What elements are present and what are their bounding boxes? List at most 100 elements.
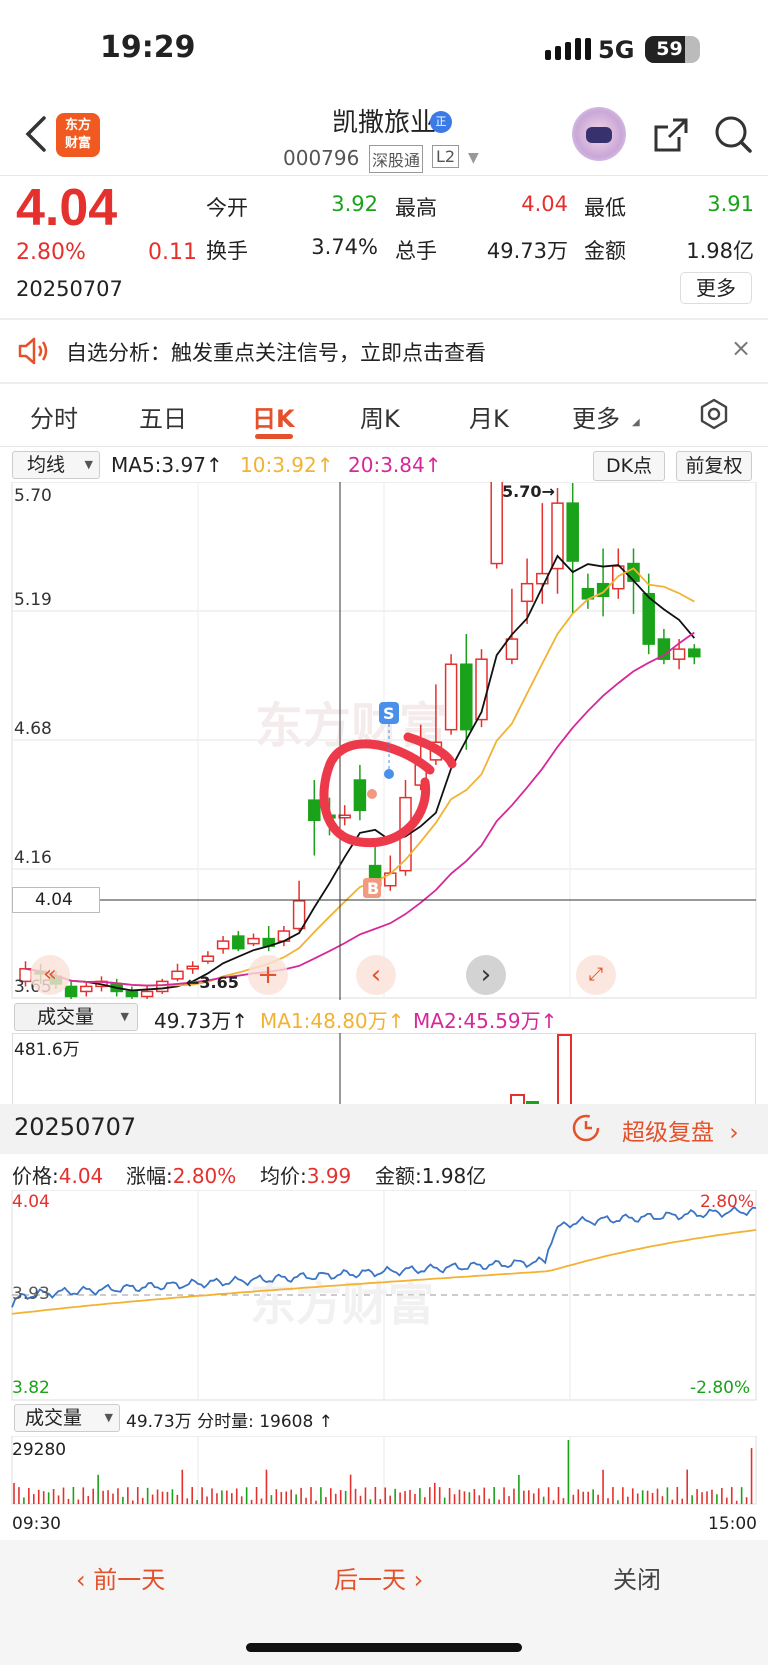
assistant-avatar-icon[interactable]: [572, 107, 626, 161]
ma20-label: 20:3.84↑: [348, 453, 442, 477]
chevron-left-icon[interactable]: ‹: [356, 955, 396, 995]
ma10-label: 10:3.92↑: [240, 453, 334, 477]
high-value: 4.04: [521, 192, 568, 216]
pct-label: 涨幅:: [126, 1164, 173, 1188]
sell-marker: S: [383, 704, 395, 723]
candle: [171, 970, 184, 980]
share-icon[interactable]: [651, 115, 691, 155]
volume-selector-label: 成交量: [37, 1006, 95, 1028]
volume-bar: [557, 1034, 572, 1105]
pct-value: 2.80%: [172, 1164, 237, 1188]
stock-code: 000796: [283, 146, 360, 170]
intraday-volume-selector[interactable]: 成交量 ▼: [14, 1404, 120, 1432]
close-icon[interactable]: ×: [731, 334, 751, 362]
network-type: 5G: [598, 36, 635, 64]
candle: [505, 638, 519, 660]
intraday-chart[interactable]: 东方财富: [0, 1190, 768, 1402]
rewind-icon[interactable]: «: [30, 955, 70, 995]
kline-chart[interactable]: 东方财富 B S 5.70→ ←3.65: [0, 482, 768, 1000]
candle: [551, 502, 564, 570]
chevron-down-icon[interactable]: ▼: [468, 150, 479, 166]
crosshair-price-label: 4.04: [12, 887, 100, 913]
volume-value: 49.73万↑: [154, 1009, 249, 1033]
time-start: 09:30: [12, 1514, 61, 1534]
next-day-label: 后一天: [334, 1566, 406, 1594]
price-value: 4.04: [58, 1164, 104, 1188]
intraday-volume-chart: [11, 1436, 757, 1505]
next-day-button[interactable]: 后一天 ›: [334, 1560, 423, 1595]
volume-ma2: MA2:45.59万↑: [413, 1009, 558, 1033]
candle: [338, 814, 351, 819]
tab-daily-k[interactable]: 日K: [252, 399, 295, 434]
candle: [201, 955, 215, 962]
adjust-button[interactable]: 前复权: [676, 451, 752, 481]
tab-active-indicator: [255, 434, 293, 439]
chevron-right-icon[interactable]: ›: [466, 955, 506, 995]
tab-intraday[interactable]: 分时: [30, 399, 78, 434]
close-button[interactable]: 关闭: [613, 1560, 661, 1595]
candle: [566, 502, 579, 562]
replay-clock-icon[interactable]: [571, 1113, 601, 1143]
gear-icon[interactable]: [697, 397, 731, 431]
candle: [490, 482, 503, 565]
tab-monthly-k[interactable]: 月K: [469, 399, 509, 434]
candle: [353, 779, 367, 811]
status-time: 19:29: [100, 30, 196, 65]
buy-marker: B: [367, 879, 379, 898]
quote-date: 20250707: [16, 277, 123, 301]
intraday-volume-info: 49.73万 分时量: 19608 ↑: [126, 1412, 333, 1432]
candle: [140, 990, 154, 998]
super-replay-link[interactable]: 超级复盘 ›: [622, 1113, 739, 1147]
volume-value: 49.73万: [486, 239, 568, 263]
high-marker: 5.70→: [502, 482, 555, 501]
volume-selector[interactable]: 成交量 ▼: [14, 1003, 138, 1031]
speaker-icon: [18, 337, 48, 365]
tab-more[interactable]: 更多: [572, 399, 620, 434]
battery-icon: 59: [645, 36, 700, 63]
change-amount: 0.11: [148, 240, 197, 265]
chevron-left-icon: ‹: [76, 1566, 86, 1594]
intraday-volume-selector-label: 成交量: [25, 1407, 83, 1429]
intraday-date: 20250707: [14, 1113, 137, 1141]
candle: [444, 663, 458, 731]
low-marker: ←3.65: [186, 973, 239, 992]
dk-point-button[interactable]: DK点: [593, 451, 665, 481]
ma5-label: MA5:3.97↑: [111, 453, 223, 477]
volume-label: 总手: [395, 239, 437, 263]
signal-icon: [545, 38, 591, 60]
chevron-right-icon: ›: [413, 1566, 424, 1594]
candle: [125, 990, 139, 998]
tab-weekly-k[interactable]: 周K: [360, 399, 400, 434]
battery-level: 59: [656, 38, 683, 60]
avg-label: 均价:: [260, 1164, 307, 1188]
last-price: 4.04: [16, 179, 118, 237]
y-tick: 4.16: [14, 848, 52, 868]
fullscreen-icon[interactable]: ⤢: [576, 955, 616, 995]
amount-value: 1.98亿: [421, 1164, 487, 1188]
search-icon[interactable]: [713, 114, 753, 154]
candle: [186, 965, 199, 970]
plus-icon[interactable]: +: [248, 955, 288, 995]
home-indicator: [246, 1643, 522, 1652]
intraday-volume-max: 29280: [12, 1440, 67, 1460]
turnover-label: 换手: [206, 239, 248, 263]
intraday-pct-top: 2.80%: [700, 1192, 755, 1212]
ma-selector[interactable]: 均线 ▼: [12, 451, 100, 479]
intraday-y-mid: 3.93: [12, 1284, 50, 1304]
change-percent: 2.80%: [16, 240, 86, 265]
candle: [520, 582, 534, 603]
more-quote-button[interactable]: 更多: [680, 272, 752, 304]
candle: [308, 799, 321, 822]
tab-five-day[interactable]: 五日: [139, 399, 187, 434]
caret-down-icon: ▼: [120, 1010, 129, 1023]
intraday-price-info: 价格:4.04: [12, 1160, 103, 1189]
low-label: 最低: [584, 196, 626, 220]
candle: [688, 648, 701, 658]
candle: [292, 900, 306, 930]
y-tick: 4.68: [14, 719, 52, 739]
connect-tag: 深股通: [369, 145, 424, 173]
banner-text[interactable]: 自选分析：触发重点关注信号，立即点击查看: [66, 337, 486, 367]
volume-chart: [339, 1033, 572, 1105]
prev-day-button[interactable]: ‹ 前一天: [76, 1560, 165, 1595]
chevron-right-icon: ›: [729, 1120, 739, 1146]
